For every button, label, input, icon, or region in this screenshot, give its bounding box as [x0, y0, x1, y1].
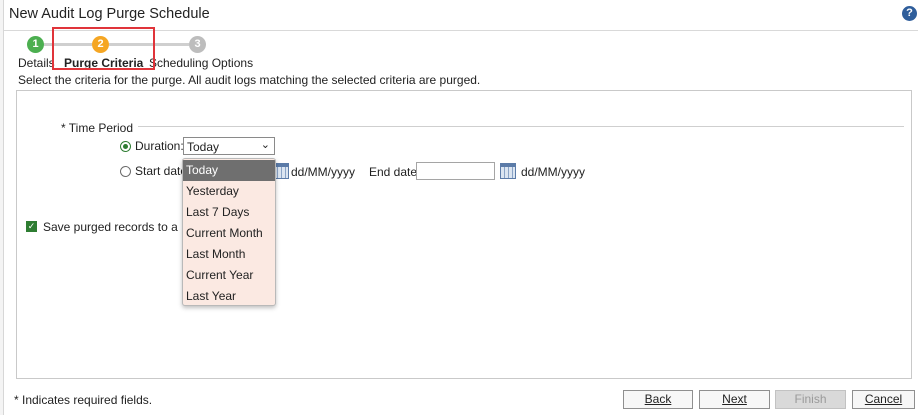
start-date-format-hint: dd/MM/yyyy: [291, 165, 356, 179]
finish-button-label: Finish: [794, 392, 827, 406]
end-date-format-hint: dd/MM/yyyy: [521, 165, 586, 179]
time-period-divider: [138, 126, 904, 127]
instructions-text: Select the criteria for the purge. All a…: [18, 73, 481, 87]
chevron-down-icon: ⌄: [260, 139, 270, 151]
duration-radio[interactable]: [120, 141, 131, 152]
end-date-input[interactable]: [416, 162, 495, 180]
step-details-label[interactable]: Details: [18, 56, 55, 70]
end-date-label: End date:: [369, 165, 421, 179]
duration-select[interactable]: Today ⌄: [183, 137, 275, 155]
cancel-button-label: Cancel: [864, 392, 903, 406]
duration-label: Duration:: [135, 139, 184, 153]
criteria-panel: [16, 90, 912, 379]
save-records-checkbox[interactable]: ✓: [26, 221, 37, 232]
duration-option-last-month[interactable]: Last Month: [183, 244, 275, 265]
duration-option-today[interactable]: Today: [183, 160, 275, 181]
duration-option-last-7-days[interactable]: Last 7 Days: [183, 202, 275, 223]
current-step-highlight: [52, 27, 155, 70]
required-fields-note: * Indicates required fields.: [14, 393, 153, 407]
save-records-label: Save purged records to a Do: [43, 220, 197, 234]
step-scheduling-options-label: Scheduling Options: [149, 56, 254, 70]
end-date-calendar-icon[interactable]: [500, 163, 516, 179]
question-circle-icon[interactable]: ?: [902, 6, 917, 21]
start-date-radio[interactable]: [120, 166, 131, 177]
duration-option-last-year[interactable]: Last Year: [183, 286, 275, 305]
duration-option-current-month[interactable]: Current Month: [183, 223, 275, 244]
back-button[interactable]: Back: [623, 390, 693, 409]
duration-dropdown-list: Today Yesterday Last 7 Days Current Mont…: [182, 158, 276, 306]
duration-option-current-year[interactable]: Current Year: [183, 265, 275, 286]
finish-button: Finish: [775, 390, 846, 409]
step-1-indicator[interactable]: 1: [27, 36, 44, 53]
time-period-heading: * Time Period: [61, 121, 134, 135]
step-3-indicator: 3: [189, 36, 206, 53]
dialog-title: New Audit Log Purge Schedule: [9, 6, 210, 22]
cancel-button[interactable]: Cancel: [852, 390, 915, 409]
start-date-label: Start date: [135, 164, 188, 178]
background-window-edge: [0, 0, 4, 415]
duration-select-value: Today: [187, 140, 220, 154]
back-button-label: Back: [644, 392, 672, 406]
duration-option-yesterday[interactable]: Yesterday: [183, 181, 275, 202]
next-button-label: Next: [722, 392, 747, 406]
next-button[interactable]: Next: [699, 390, 770, 409]
